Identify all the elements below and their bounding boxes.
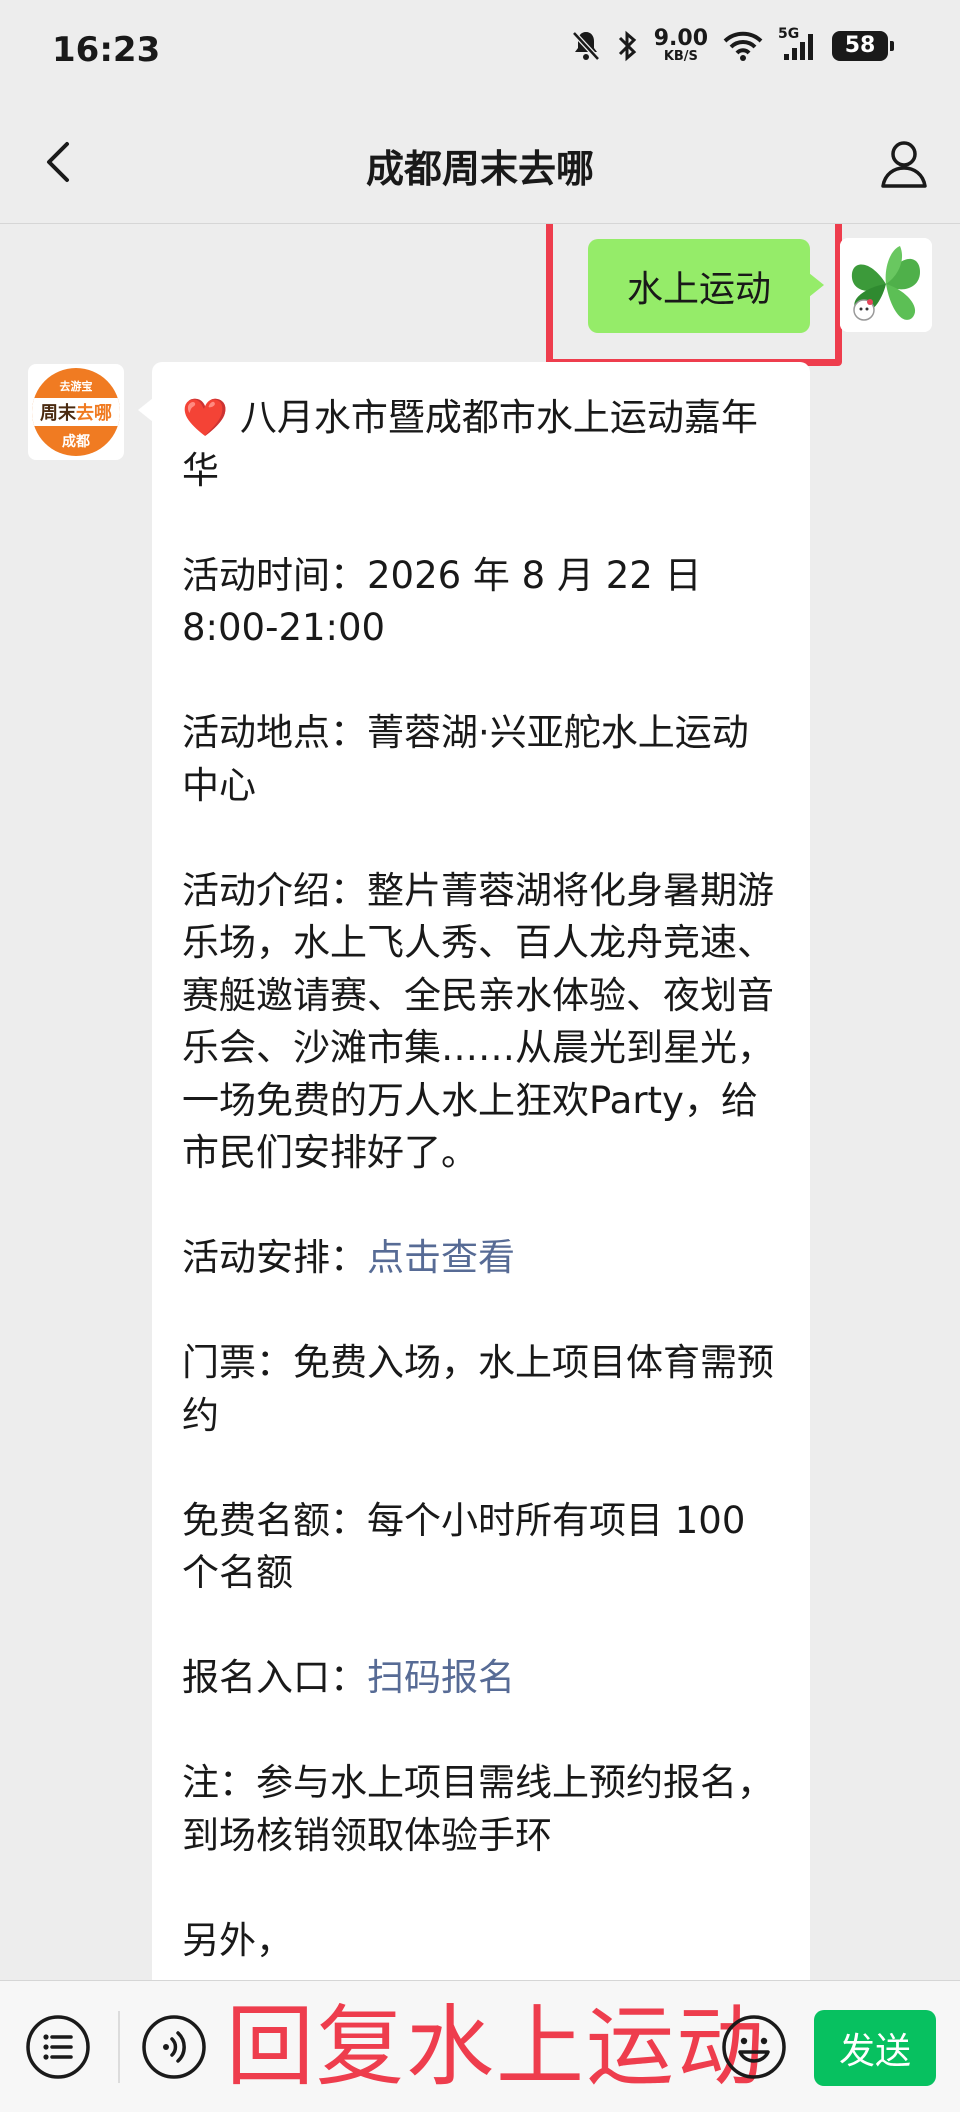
schedule-label: 活动安排：	[182, 1236, 367, 1279]
event-location: 活动地点：菁蓉湖·兴亚舵水上运动中心	[182, 711, 749, 807]
event-intro: 活动介绍：整片菁蓉湖将化身暑期游乐场，水上飞人秀、百人龙舟竞速、赛艇邀请赛、全民…	[182, 868, 774, 1175]
logo-mid-text-a: 周末	[40, 403, 76, 424]
voice-icon	[142, 2015, 206, 2079]
network-speed-value: 9.00	[653, 26, 708, 51]
event-signup: 报名入口：扫码报名	[182, 1652, 780, 1705]
status-time: 16:23	[52, 30, 161, 70]
brand-logo: 去游宝 周末 去哪 成都	[32, 368, 120, 456]
input-bar: 回复水上运动 发送	[0, 1980, 960, 2112]
user-avatar[interactable]	[840, 238, 932, 332]
wifi-icon	[722, 30, 764, 62]
nav-bar: 成都周末去哪	[0, 100, 960, 224]
bluetooth-icon	[616, 29, 640, 63]
status-icons: 9.00 KB/S 5G 58	[570, 26, 894, 64]
voice-input-button[interactable]	[138, 2011, 210, 2083]
battery-icon: 58	[832, 30, 894, 61]
user-message-text: 水上运动	[626, 269, 771, 310]
logo-top-text: 去游宝	[59, 380, 93, 393]
network-speed-unit: KB/S	[663, 49, 698, 64]
logo-mid-text-b: 去哪	[76, 403, 112, 424]
event-note: 注：参与水上项目需线上预约报名，到场核销领取体验手环	[182, 1761, 774, 1857]
event-title: ❤️ 八月水市暨成都市水上运动嘉年华	[182, 392, 780, 497]
network-speed: 9.00 KB/S	[653, 26, 708, 64]
input-divider	[118, 2011, 120, 2083]
heart-emoji: ❤️	[182, 396, 229, 439]
signup-link[interactable]: 扫码报名	[367, 1656, 515, 1699]
menu-list-icon	[26, 2015, 90, 2079]
profile-button[interactable]	[874, 134, 934, 194]
reply-instruction-caption: 回复水上运动	[226, 1995, 767, 2098]
signup-label: 报名入口：	[182, 1656, 367, 1699]
event-title-text: 八月水市暨成都市水上运动嘉年华	[182, 396, 758, 492]
event-time: 活动时间：2026 年 8 月 22 日 8:00-21:00	[182, 553, 702, 650]
schedule-link[interactable]: 点击查看	[367, 1236, 515, 1279]
user-message-bubble[interactable]: 水上运动	[588, 239, 824, 333]
event-tickets: 门票：免费入场，水上项目体育需预约	[182, 1341, 774, 1437]
person-icon	[881, 141, 927, 188]
official-account-avatar[interactable]: 去游宝 周末 去哪 成都	[28, 364, 124, 460]
emoji-icon	[722, 2015, 786, 2079]
event-extra: 另外，	[182, 1918, 293, 1962]
status-bar: 16:23 9.00 KB/S 5G 58	[0, 0, 960, 100]
menu-toggle-button[interactable]	[22, 2011, 94, 2083]
signal-label: 5G	[778, 25, 800, 42]
chat-title: 成都周末去哪	[365, 147, 594, 191]
emoji-button[interactable]	[718, 2011, 790, 2083]
event-schedule: 活动安排：点击查看	[182, 1232, 780, 1285]
send-button[interactable]: 发送	[814, 2010, 936, 2086]
chat-message-list[interactable]: 水上运动 去游宝 周末 去哪 成都 ❤️ 八月水市暨成都市水上运动嘉年华 活动时间…	[0, 224, 960, 1980]
bot-message-bubble[interactable]: ❤️ 八月水市暨成都市水上运动嘉年华 活动时间：2026 年 8 月 22 日 …	[138, 362, 810, 1980]
logo-mid: 周末 去哪	[32, 398, 120, 426]
bell-muted-icon	[570, 29, 602, 63]
event-quota: 免费名额：每个小时所有项目 100 个名额	[182, 1498, 746, 1595]
leaf-plant-avatar-icon	[840, 238, 932, 332]
logo-bottom-text: 成都	[62, 434, 90, 450]
cellular-signal-icon: 5G	[778, 26, 818, 62]
